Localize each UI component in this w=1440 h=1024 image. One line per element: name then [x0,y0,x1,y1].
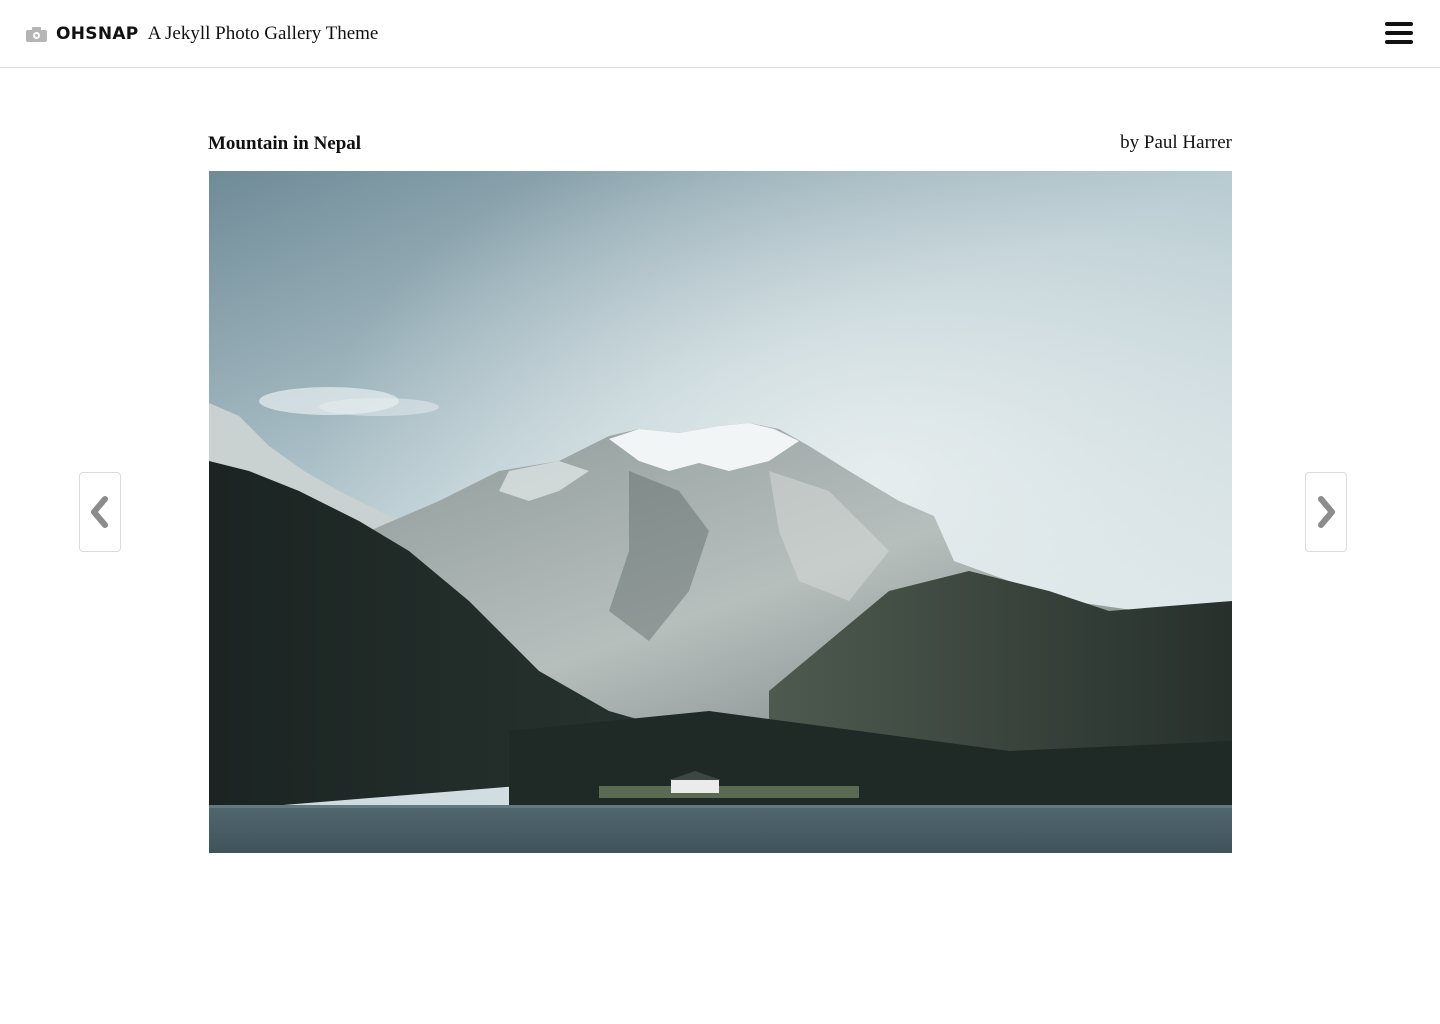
hamburger-menu-icon[interactable] [1385,22,1413,45]
photo-title: Mountain in Nepal [208,133,362,154]
photo-credit: by Paul Harrer [1120,132,1232,153]
camera-icon [26,26,47,42]
brand-tagline: A Jekyll Photo Gallery Theme [147,23,379,44]
chevron-left-icon [91,496,108,528]
next-photo-button[interactable] [1305,472,1347,552]
prev-photo-button[interactable] [79,472,121,552]
photo-image [209,171,1232,853]
chevron-right-icon [1318,496,1335,528]
brand[interactable]: OHSNAP A Jekyll Photo Gallery Theme [26,20,378,48]
brand-name[interactable]: OHSNAP [56,24,139,44]
site-header: OHSNAP A Jekyll Photo Gallery Theme [0,0,1440,68]
